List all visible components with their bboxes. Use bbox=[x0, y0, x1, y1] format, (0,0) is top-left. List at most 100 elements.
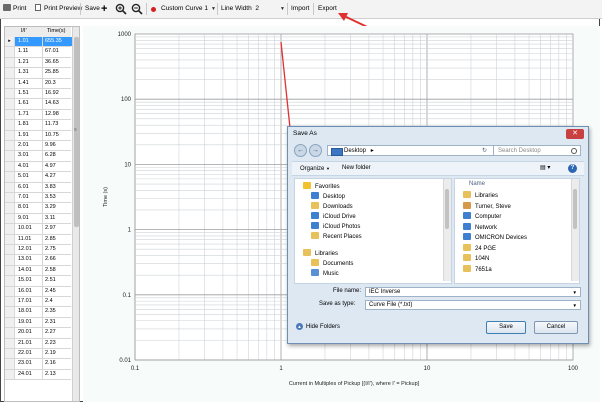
row-selector[interactable] bbox=[5, 141, 15, 151]
table-row[interactable]: 5.01 4.27 bbox=[5, 172, 73, 183]
cell-current-multiple[interactable]: 11.01 bbox=[15, 234, 43, 244]
line-width-control[interactable]: Line Width 2 bbox=[221, 4, 259, 14]
row-selector[interactable] bbox=[5, 213, 15, 224]
row-selector[interactable] bbox=[5, 369, 15, 380]
cell-time[interactable]: 2.35 bbox=[43, 307, 73, 316]
cell-current-multiple[interactable]: 15.01 bbox=[15, 276, 43, 286]
row-selector[interactable] bbox=[5, 172, 15, 182]
file-name-input[interactable]: IEC Inverse ▼ bbox=[365, 287, 581, 297]
nav-item[interactable]: Recent Places bbox=[311, 232, 362, 242]
nav-item[interactable]: Favorites bbox=[303, 182, 340, 192]
close-button[interactable]: ✕ bbox=[566, 129, 584, 139]
cell-time[interactable]: 10.75 bbox=[43, 131, 73, 140]
cell-time[interactable]: 2.23 bbox=[43, 339, 73, 348]
row-selector[interactable] bbox=[5, 78, 15, 88]
navigation-scrollbar[interactable] bbox=[443, 179, 451, 281]
file-list-scrollbar[interactable] bbox=[571, 179, 579, 281]
zoom-out-icon[interactable] bbox=[131, 3, 143, 15]
cell-current-multiple[interactable]: 24.01 bbox=[15, 369, 43, 380]
table-row[interactable]: 16.01 2.45 bbox=[5, 286, 73, 297]
table-row[interactable]: 15.01 2.51 bbox=[5, 276, 71, 287]
table-row[interactable]: 22.01 2.19 bbox=[5, 349, 73, 360]
cell-time[interactable]: 3.53 bbox=[43, 193, 73, 202]
list-item[interactable]: OMICRON Devices bbox=[463, 233, 527, 243]
row-selector[interactable] bbox=[5, 109, 15, 120]
plus-icon[interactable]: + bbox=[101, 3, 107, 15]
row-selector[interactable] bbox=[5, 286, 15, 296]
table-row[interactable]: 20.01 2.27 bbox=[5, 328, 71, 339]
cell-current-multiple[interactable]: 1.51 bbox=[15, 89, 43, 99]
row-selector[interactable] bbox=[5, 47, 15, 57]
cell-current-multiple[interactable]: 1.61 bbox=[15, 99, 43, 109]
address-bar[interactable]: Desktop ▸ ▼ bbox=[327, 145, 507, 156]
cell-current-multiple[interactable]: 10.01 bbox=[15, 224, 43, 234]
cell-time[interactable]: 2.13 bbox=[43, 370, 73, 379]
cell-time[interactable]: 655.35 bbox=[43, 37, 73, 47]
cell-current-multiple[interactable]: 8.01 bbox=[15, 203, 43, 213]
nav-item[interactable]: Downloads bbox=[311, 202, 353, 212]
nav-item[interactable]: Documents bbox=[311, 259, 353, 269]
table-row[interactable]: 8.01 3.29 bbox=[5, 203, 73, 214]
cell-current-multiple[interactable]: 17.01 bbox=[15, 297, 43, 307]
nav-item[interactable]: iCloud Drive bbox=[311, 212, 356, 222]
save-button[interactable]: Save bbox=[85, 3, 100, 15]
cell-current-multiple[interactable]: 18.01 bbox=[15, 307, 43, 317]
row-selector[interactable] bbox=[5, 193, 15, 203]
cell-time[interactable]: 11.73 bbox=[43, 120, 73, 129]
cell-time[interactable]: 4.27 bbox=[43, 172, 73, 181]
cancel-button[interactable]: Cancel bbox=[534, 321, 578, 334]
cell-time[interactable]: 2.45 bbox=[43, 287, 73, 296]
cell-current-multiple[interactable]: 7.01 bbox=[15, 193, 43, 203]
cell-current-multiple[interactable]: 2.01 bbox=[15, 141, 43, 151]
table-row[interactable]: 17.01 2.4 bbox=[5, 297, 71, 308]
cell-current-multiple[interactable]: 1.31 bbox=[15, 68, 43, 78]
cell-time[interactable]: 2.31 bbox=[43, 318, 73, 327]
chevron-right-icon[interactable]: ▸ bbox=[371, 148, 374, 154]
table-row[interactable]: 1.21 36.65 bbox=[5, 57, 73, 69]
organize-menu[interactable]: Organize ▼ bbox=[300, 162, 330, 175]
table-row[interactable]: 1.51 16.92 bbox=[5, 89, 73, 100]
list-header-name[interactable]: Name bbox=[469, 181, 485, 187]
row-selector[interactable] bbox=[5, 338, 15, 348]
row-selector[interactable] bbox=[5, 182, 15, 192]
row-selector[interactable] bbox=[5, 151, 15, 161]
row-selector[interactable] bbox=[5, 265, 15, 276]
search-input[interactable]: ↻ Search Desktop bbox=[482, 145, 581, 156]
cell-time[interactable]: 16.92 bbox=[43, 89, 73, 98]
back-button[interactable]: ← bbox=[294, 144, 307, 157]
cell-time[interactable]: 2.66 bbox=[43, 255, 73, 264]
cell-time[interactable]: 36.65 bbox=[43, 58, 73, 67]
nav-item[interactable]: Desktop bbox=[311, 192, 345, 202]
nav-item[interactable]: iCloud Photos bbox=[311, 222, 360, 232]
table-row[interactable]: 11.01 2.85 bbox=[5, 234, 71, 245]
print-button[interactable]: Print bbox=[3, 3, 26, 15]
table-row[interactable]: 1.81 11.73 bbox=[5, 120, 73, 131]
table-row[interactable]: 19.01 2.31 bbox=[5, 317, 73, 329]
row-selector[interactable] bbox=[5, 328, 15, 338]
cell-current-multiple[interactable]: 1.91 bbox=[15, 130, 43, 140]
row-selector[interactable] bbox=[5, 68, 15, 78]
list-item[interactable]: Network bbox=[463, 222, 497, 233]
cell-time[interactable]: 3.29 bbox=[43, 203, 73, 212]
table-row[interactable]: 3.01 6.28 bbox=[5, 151, 73, 162]
row-selector[interactable] bbox=[5, 89, 15, 99]
cell-time[interactable]: 6.28 bbox=[43, 151, 73, 160]
row-selector[interactable] bbox=[5, 317, 15, 328]
table-row[interactable]: 1.71 12.98 bbox=[5, 109, 71, 121]
table-row[interactable]: 1.61 14.63 bbox=[5, 99, 73, 110]
list-item[interactable]: Turner, Steve bbox=[463, 201, 511, 212]
cell-current-multiple[interactable]: 6.01 bbox=[15, 182, 43, 192]
table-row[interactable]: 24.01 2.13 bbox=[5, 369, 73, 381]
table-row[interactable]: 21.01 2.23 bbox=[5, 338, 73, 349]
cell-time[interactable]: 20.3 bbox=[43, 79, 73, 88]
row-selector[interactable] bbox=[5, 120, 15, 130]
table-scrollbar[interactable]: ≡ bbox=[72, 27, 79, 401]
list-item[interactable]: 104N bbox=[463, 254, 489, 264]
row-selector[interactable] bbox=[5, 130, 15, 140]
print-preview-button[interactable]: Print Preview bbox=[35, 3, 82, 15]
help-icon[interactable]: ? bbox=[568, 164, 577, 173]
table-row[interactable]: ▸ 1.01 655.35 bbox=[5, 37, 73, 48]
cell-time[interactable]: 14.63 bbox=[43, 99, 73, 108]
table-row[interactable]: 23.01 2.16 bbox=[5, 359, 71, 370]
cell-time[interactable]: 2.19 bbox=[43, 349, 73, 358]
